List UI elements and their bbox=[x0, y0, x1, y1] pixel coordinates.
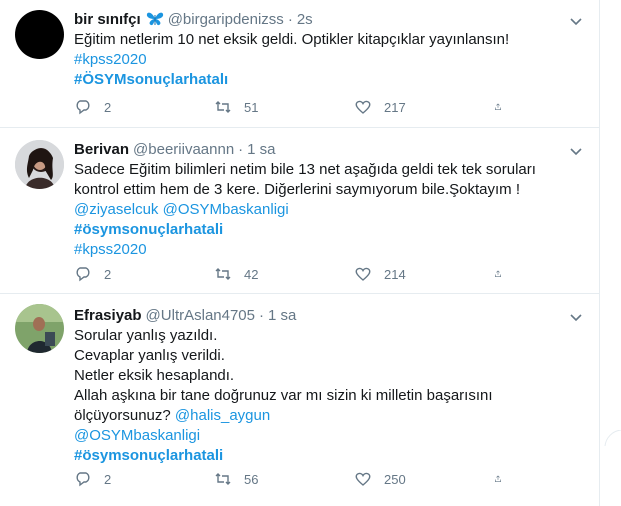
share-button[interactable] bbox=[494, 470, 514, 488]
retweet-count: 51 bbox=[244, 99, 259, 115]
retweet-button[interactable]: 51 bbox=[214, 98, 304, 116]
retweet-button[interactable]: 56 bbox=[214, 470, 304, 488]
retweet-icon bbox=[215, 473, 231, 485]
scroll-corner bbox=[601, 429, 621, 448]
retweet-count: 56 bbox=[244, 471, 259, 487]
like-button[interactable]: 217 bbox=[354, 98, 444, 116]
avatar[interactable] bbox=[15, 10, 64, 59]
hashtag-link[interactable]: #ösymsonuçlarhatali bbox=[74, 220, 585, 240]
heart-icon bbox=[355, 472, 371, 486]
like-button[interactable]: 250 bbox=[354, 470, 444, 488]
user-name[interactable]: bir sınıfçı bbox=[74, 11, 141, 28]
like-count: 250 bbox=[384, 471, 406, 487]
heart-icon bbox=[355, 100, 371, 114]
tweet-actions: 2 51 217 bbox=[74, 97, 514, 117]
avatar[interactable] bbox=[15, 140, 64, 189]
user-handle[interactable]: @birgaripdenizss bbox=[168, 11, 284, 28]
tweet-text-line: ölçüyorsunuz? @halis_aygun bbox=[74, 406, 585, 426]
reply-button[interactable]: 2 bbox=[74, 470, 164, 488]
mention-link[interactable]: @halis_aygun bbox=[175, 407, 270, 424]
reply-icon bbox=[76, 267, 90, 282]
tweet-header: Efrasiyab @UltrAslan4705 · 1 sa bbox=[74, 304, 585, 326]
hashtag-link[interactable]: #ÖSYMsonuçlarhatalı bbox=[74, 70, 585, 90]
tweet-text: Sorular yanlış yazıldı. bbox=[74, 327, 218, 344]
user-name[interactable]: Berivan bbox=[74, 141, 129, 158]
share-icon bbox=[495, 103, 501, 110]
reply-button[interactable]: 2 bbox=[74, 265, 164, 283]
tweet-text: Cevaplar yanlış verildi. bbox=[74, 347, 225, 364]
butterfly-icon bbox=[146, 11, 164, 27]
share-icon bbox=[495, 475, 501, 482]
tweet[interactable]: Efrasiyab @UltrAslan4705 · 1 sa Sorular … bbox=[0, 294, 600, 506]
separator-dot: · bbox=[287, 10, 293, 28]
timestamp[interactable]: 1 sa bbox=[247, 141, 275, 158]
tweet-actions: 2 42 214 bbox=[74, 264, 514, 284]
like-count: 214 bbox=[384, 266, 406, 282]
reply-icon bbox=[76, 100, 90, 115]
share-button[interactable] bbox=[494, 98, 514, 116]
chevron-down-icon[interactable] bbox=[567, 12, 585, 30]
tweet-text: Sadece Eğitim bilimleri netim bile 13 ne… bbox=[74, 161, 536, 178]
user-handle[interactable]: @UltrAslan4705 bbox=[146, 307, 255, 324]
retweet-icon bbox=[215, 268, 231, 280]
tweet-text: Eğitim netlerim 10 net eksik geldi. Opti… bbox=[74, 31, 510, 48]
timestamp[interactable]: 1 sa bbox=[268, 307, 296, 324]
tweet-text: Allah aşkına bir tane doğrunuz var mı si… bbox=[74, 387, 493, 404]
like-button[interactable]: 214 bbox=[354, 265, 444, 283]
like-count: 217 bbox=[384, 99, 406, 115]
tweet-header: Berivan @beeriivaannn · 1 sa bbox=[74, 138, 585, 160]
retweet-icon bbox=[215, 101, 231, 113]
user-name[interactable]: Efrasiyab bbox=[74, 307, 142, 324]
retweet-button[interactable]: 42 bbox=[214, 265, 304, 283]
hashtag-link[interactable]: #kpss2020 bbox=[74, 50, 585, 70]
share-icon bbox=[495, 270, 501, 277]
share-button[interactable] bbox=[494, 265, 514, 283]
heart-icon bbox=[355, 267, 371, 281]
chevron-down-icon[interactable] bbox=[567, 142, 585, 160]
tweet-text: ölçüyorsunuz? bbox=[74, 407, 175, 424]
separator-dot: · bbox=[259, 306, 264, 324]
avatar[interactable] bbox=[15, 304, 64, 353]
retweet-count: 42 bbox=[244, 266, 259, 282]
tweet-text: kontrol ettim hem de 3 kere. Diğerlerini… bbox=[74, 181, 520, 198]
user-handle[interactable]: @beeriivaannn bbox=[133, 141, 234, 158]
hashtag-link[interactable]: #kpss2020 bbox=[74, 240, 585, 260]
reply-count: 2 bbox=[104, 266, 112, 282]
reply-count: 2 bbox=[104, 471, 112, 487]
tweet-actions: 2 56 250 bbox=[74, 469, 514, 489]
separator-dot: · bbox=[238, 140, 244, 158]
timeline-feed: bir sınıfçı @birgaripdenizss · 2s Eğitim… bbox=[0, 0, 600, 506]
tweet-header: bir sınıfçı @birgaripdenizss · 2s bbox=[74, 8, 585, 30]
tweet[interactable]: Berivan @beeriivaannn · 1 sa Sadece Eğit… bbox=[0, 128, 600, 294]
chevron-down-icon[interactable] bbox=[567, 308, 585, 326]
tweet[interactable]: bir sınıfçı @birgaripdenizss · 2s Eğitim… bbox=[0, 0, 600, 128]
mention-link[interactable]: @OSYMbaskanligi bbox=[74, 426, 585, 446]
mention-links[interactable]: @ziyaselcuk @OSYMbaskanligi bbox=[74, 200, 585, 220]
reply-count: 2 bbox=[104, 99, 112, 115]
tweet-text: Netler eksik hesaplandı. bbox=[74, 367, 235, 384]
reply-button[interactable]: 2 bbox=[74, 98, 164, 116]
hashtag-link[interactable]: #ösymsonuçlarhatali bbox=[74, 446, 585, 466]
reply-icon bbox=[76, 472, 90, 487]
timestamp[interactable]: 2s bbox=[297, 11, 313, 28]
